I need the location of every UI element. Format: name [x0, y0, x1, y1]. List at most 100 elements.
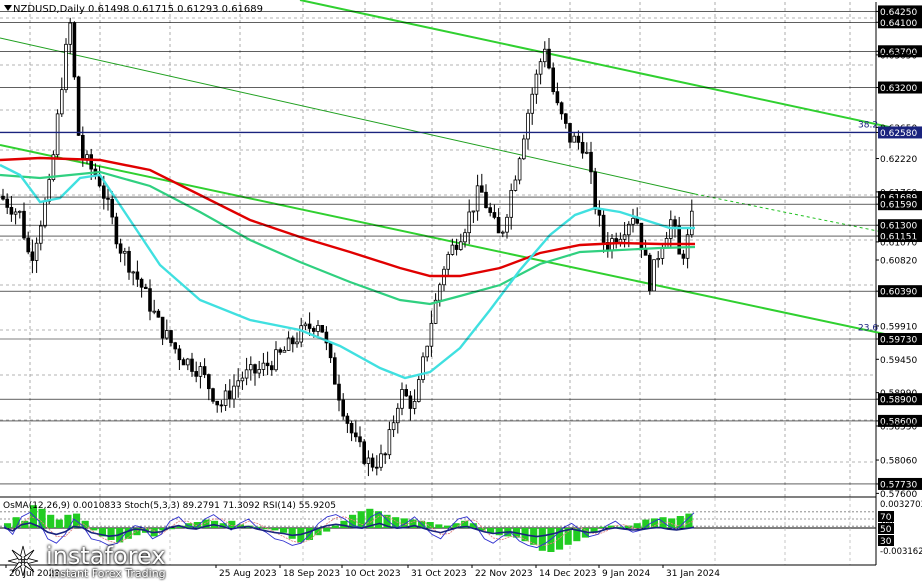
candle-body [173, 342, 178, 350]
candle-body [34, 242, 39, 261]
price-label: 0.58900 [880, 396, 917, 406]
price-label: 0.61590 [880, 201, 917, 211]
candle-body [551, 67, 555, 93]
candle-body [559, 102, 564, 115]
candle-body [627, 223, 631, 236]
candle-body [194, 371, 199, 377]
candle-body [89, 154, 94, 170]
candle-body [127, 250, 131, 273]
price-tick-label: 0.63650 [880, 51, 917, 61]
osma-bar [495, 528, 503, 536]
candle-body [76, 76, 81, 136]
price-label: 0.62580 [880, 129, 917, 139]
candle-body [349, 423, 354, 434]
candle-body [362, 441, 366, 464]
candle-body [358, 436, 362, 443]
candle-body [555, 91, 560, 104]
price-tick-label: 0.60820 [880, 257, 917, 267]
candle-body [450, 244, 455, 255]
price-tick-label: 0.61070 [880, 238, 917, 248]
candle-body [261, 362, 266, 370]
price-chart[interactable]: 38.223.6 0.642500.641000.637000.636500.6… [0, 0, 922, 582]
candle-body [72, 22, 77, 78]
candle-body [437, 284, 442, 301]
candle-body [479, 185, 484, 193]
osma-bar [107, 528, 115, 540]
candle-body [412, 401, 417, 409]
candle-body [253, 364, 257, 374]
candle-body [148, 288, 152, 312]
candle-body [475, 185, 480, 212]
candle-body [484, 191, 488, 209]
candle-body [43, 200, 47, 227]
brand-tagline: Instant Forex Trading [50, 567, 166, 580]
candle-body [198, 366, 203, 377]
candle-body [374, 466, 379, 469]
candle-body [60, 89, 64, 115]
candle-body [404, 389, 408, 397]
candle-body [160, 316, 165, 339]
osma-bar [81, 520, 89, 528]
candle-body [454, 244, 459, 250]
candle-body [564, 113, 568, 124]
candle-body [206, 374, 211, 390]
candle-body [307, 323, 312, 329]
candle-body [257, 369, 261, 374]
candle-body [526, 112, 530, 140]
candle-body [114, 216, 119, 245]
candle-body [240, 377, 245, 382]
osma-bar [47, 514, 55, 528]
candle-body [1, 195, 5, 200]
candle-body [572, 135, 576, 143]
candle-body [26, 237, 30, 253]
osma-bar [271, 528, 279, 531]
candle-body [492, 212, 497, 218]
candle-body [631, 217, 635, 225]
candle-body [215, 400, 220, 406]
main-header-text: NZDUSD,Daily 0.61498 0.61715 0.61293 0.6… [13, 4, 263, 15]
candle-body [135, 271, 140, 280]
candle-body [30, 251, 35, 261]
candle-body [395, 407, 400, 424]
price-tick-label: 0.57600 [880, 490, 917, 500]
price-label: 0.64100 [880, 19, 917, 29]
osma-bar [331, 525, 339, 528]
candle-body [190, 358, 194, 372]
candle-body [328, 342, 333, 359]
time-label: 31 Jan 2024 [666, 569, 720, 579]
candle-body [488, 207, 492, 213]
candle-body [274, 349, 278, 371]
candle-body [102, 185, 106, 199]
candle-body [366, 457, 371, 464]
candle-body [597, 208, 602, 216]
candle-body [282, 349, 287, 353]
candle-body [353, 432, 358, 438]
candle-body [177, 348, 182, 361]
candle-body [9, 206, 14, 215]
candle-body [169, 330, 173, 344]
candle-body [370, 457, 375, 468]
candle-body [622, 234, 627, 240]
candle-body [601, 214, 606, 243]
candle-body [278, 349, 282, 353]
time-label: 22 Nov 2023 [475, 569, 533, 579]
candle-body [534, 73, 539, 95]
candle-body [152, 310, 157, 313]
osma-bar [280, 528, 288, 533]
candle-body [471, 210, 476, 213]
candle-body [156, 310, 161, 318]
osc-tick-label: 50 [880, 525, 892, 535]
candle-body [681, 253, 686, 259]
candle-body [345, 415, 350, 424]
candle-body [458, 241, 463, 250]
osc-tick-label: -0.003162 [880, 547, 922, 557]
price-tick-label: 0.58060 [880, 457, 917, 467]
brand-name: instaforex [46, 542, 166, 570]
candle-body [185, 358, 190, 366]
candle-body [690, 210, 694, 236]
candle-body [421, 356, 425, 381]
candle-body [517, 158, 522, 181]
time-label: 18 Sep 2023 [283, 569, 340, 579]
candle-body [320, 325, 324, 333]
time-label: 31 Oct 2023 [411, 569, 467, 579]
